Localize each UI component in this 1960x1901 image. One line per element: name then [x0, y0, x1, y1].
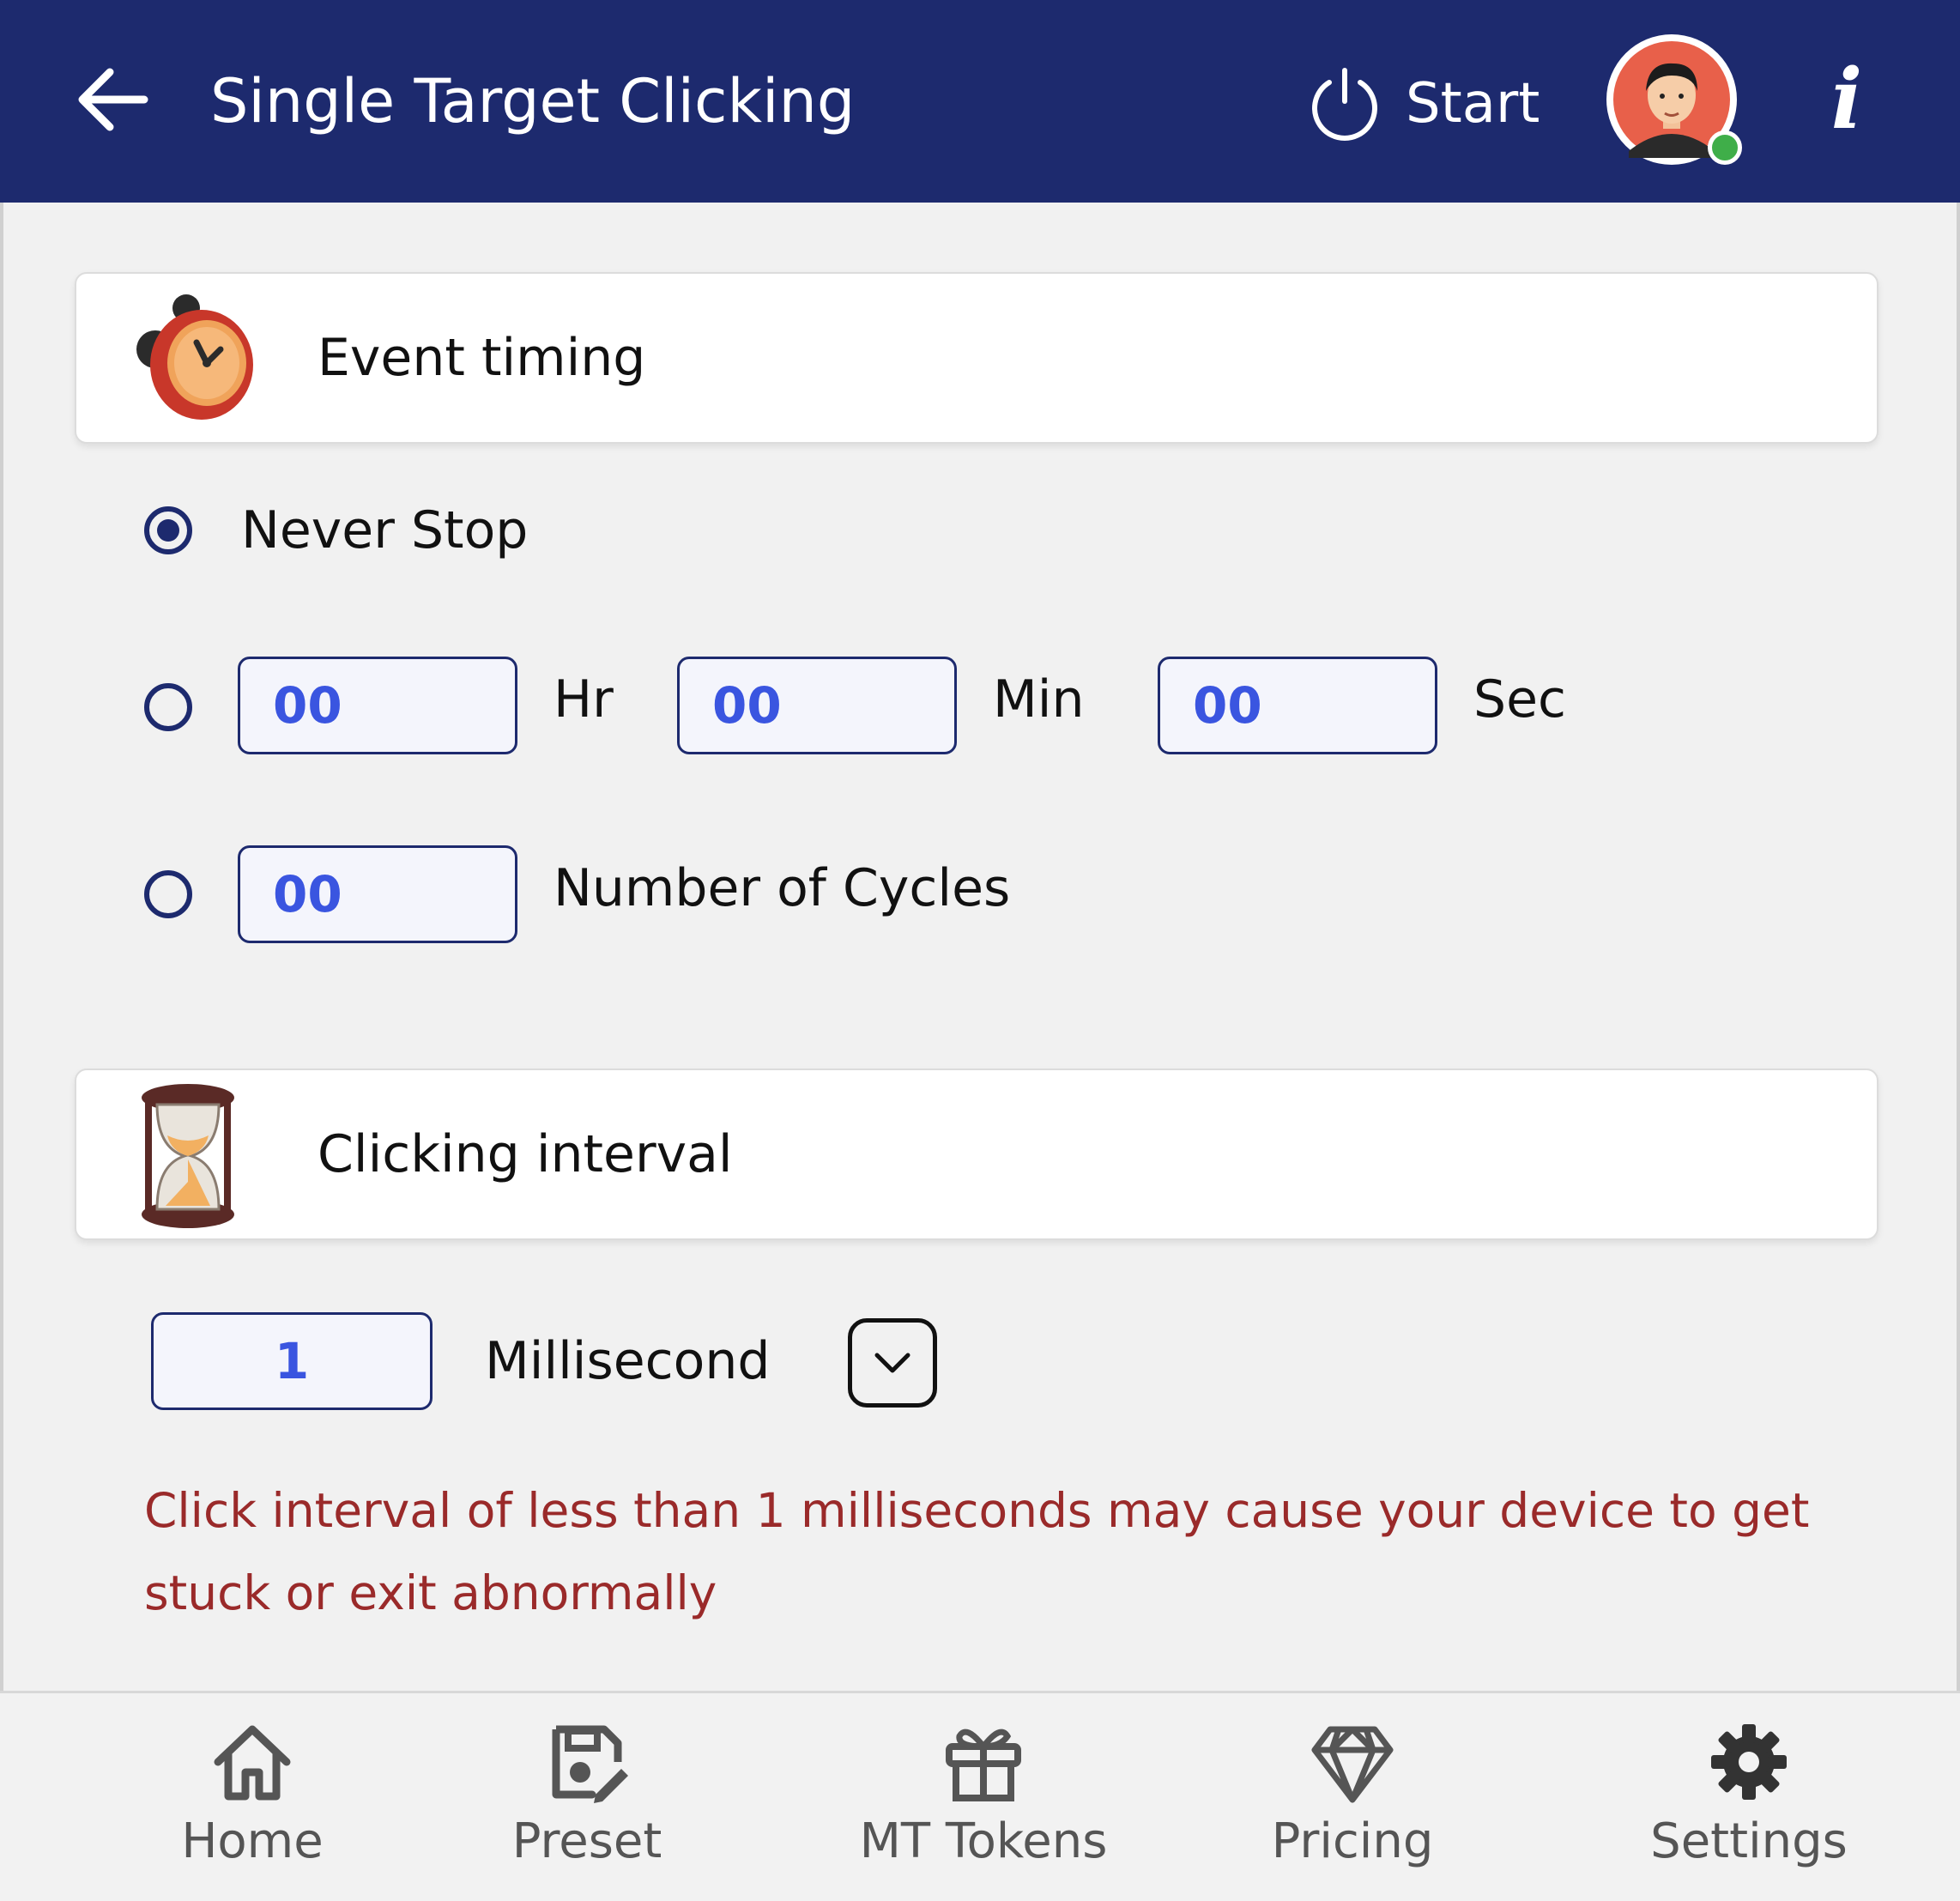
hours-input[interactable]: 00 — [238, 657, 517, 754]
clicking-interval-header: Clicking interval — [75, 1069, 1878, 1240]
info-icon[interactable]: i — [1812, 48, 1881, 151]
nav-home-label: Home — [181, 1813, 324, 1869]
gift-icon — [946, 1728, 1021, 1801]
right-edge — [1957, 203, 1960, 1898]
online-status-dot — [1708, 130, 1742, 165]
nav-settings[interactable]: Settings — [1620, 1693, 1878, 1901]
interval-unit-label: Millisecond — [485, 1331, 771, 1391]
hours-unit-label: Hr — [554, 669, 614, 730]
alarm-clock-icon — [136, 294, 253, 420]
duration-radio[interactable] — [144, 683, 192, 731]
interval-input[interactable]: 1 — [151, 1312, 433, 1410]
gear-icon — [1711, 1724, 1787, 1800]
cycles-input[interactable]: 00 — [238, 845, 517, 943]
hourglass-icon — [142, 1084, 234, 1228]
nav-mt-tokens-label: MT Tokens — [859, 1813, 1108, 1869]
cycles-label: Number of Cycles — [554, 858, 1011, 918]
interval-unit-dropdown[interactable] — [848, 1318, 937, 1408]
nav-pricing[interactable]: Pricing — [1224, 1693, 1481, 1901]
bottom-nav: Home Preset MT Tokens Pricing Settings — [0, 1691, 1960, 1901]
app-bar: Single Target Clicking Start i — [0, 0, 1960, 203]
nav-mt-tokens[interactable]: MT Tokens — [829, 1693, 1138, 1901]
nav-preset[interactable]: Preset — [458, 1693, 716, 1901]
seconds-unit-label: Sec — [1473, 669, 1566, 730]
page-title: Single Target Clicking — [210, 66, 856, 136]
minutes-input[interactable]: 00 — [677, 657, 957, 754]
event-timing-title: Event timing — [318, 328, 646, 388]
preset-icon — [552, 1725, 628, 1803]
nav-preset-label: Preset — [511, 1813, 662, 1869]
interval-warning: Click interval of less than 1 millisecon… — [144, 1483, 1810, 1620]
minutes-unit-label: Min — [993, 669, 1085, 730]
clicking-interval-title: Clicking interval — [318, 1124, 733, 1184]
never-stop-label: Never Stop — [241, 500, 529, 560]
avatar[interactable] — [1603, 31, 1742, 168]
nav-pricing-label: Pricing — [1271, 1813, 1434, 1869]
left-edge — [0, 203, 3, 1898]
power-icon — [1312, 68, 1377, 141]
back-arrow-icon[interactable] — [76, 65, 149, 134]
never-stop-radio[interactable] — [144, 506, 192, 554]
event-timing-header: Event timing — [75, 272, 1878, 444]
home-icon — [214, 1725, 291, 1801]
start-label[interactable]: Start — [1406, 65, 1540, 142]
cycles-radio[interactable] — [144, 870, 192, 918]
chevron-down-icon — [874, 1353, 910, 1373]
diamond-icon — [1311, 1726, 1394, 1803]
nav-home[interactable]: Home — [124, 1693, 381, 1901]
seconds-input[interactable]: 00 — [1158, 657, 1437, 754]
nav-settings-label: Settings — [1650, 1813, 1848, 1869]
